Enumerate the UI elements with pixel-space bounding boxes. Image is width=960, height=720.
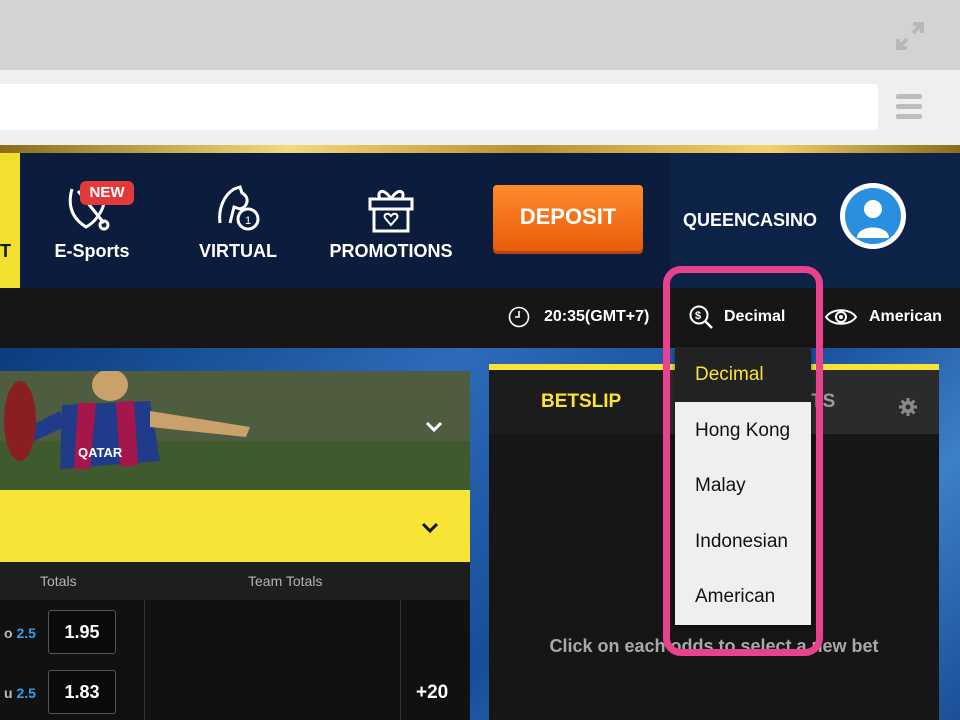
col-header-totals: Totals — [40, 573, 77, 589]
nav-partial-tab[interactable]: T — [0, 153, 20, 288]
odds-table: o 2.5 1.95 u 2.5 1.83 +20 — [0, 600, 470, 720]
line-under: u 2.5 — [4, 685, 36, 701]
nav-virtual-label: VIRTUAL — [199, 241, 277, 261]
new-badge: NEW — [80, 181, 134, 205]
svg-text:1: 1 — [245, 215, 251, 227]
nav-promotions[interactable]: PROMOTIONS — [322, 153, 460, 288]
league-header[interactable] — [0, 490, 470, 562]
tab-betslip[interactable]: BETSLIP — [541, 391, 621, 413]
gear-icon[interactable] — [898, 397, 918, 417]
more-markets-count[interactable]: +20 — [416, 682, 448, 704]
nav-esports-label: E-Sports — [54, 241, 130, 261]
col-header-team-totals: Team Totals — [248, 573, 323, 589]
hero-jersey-text: QATAR — [78, 445, 123, 460]
browser-menu-icon[interactable] — [896, 94, 922, 120]
odds-button[interactable]: 1.83 — [48, 670, 116, 714]
deposit-button[interactable]: DEPOSIT — [493, 185, 643, 251]
user-icon — [857, 200, 889, 238]
clock-icon — [508, 306, 530, 328]
username[interactable]: QUEENCASINO — [683, 210, 817, 231]
chevron-down-icon[interactable] — [420, 521, 440, 535]
player-image — [0, 371, 470, 490]
view-mode-selector[interactable]: American — [869, 308, 942, 326]
market-column-headers: Totals Team Totals — [0, 562, 470, 600]
odds-button[interactable]: 1.95 — [48, 610, 116, 654]
match-hero-banner[interactable] — [0, 371, 470, 490]
chevron-down-icon[interactable] — [424, 420, 444, 434]
line-over: o 2.5 — [4, 625, 36, 641]
nav-esports[interactable]: E-Sports — [44, 153, 140, 288]
header-gold-strip — [0, 145, 960, 153]
site-header: T E-Sports NEW 1 VIRTUAL PROMOTIONS DEPO… — [0, 153, 960, 288]
browser-titlebar — [0, 0, 960, 70]
avatar[interactable] — [840, 183, 906, 249]
highlight-annotation — [663, 266, 823, 656]
nav-promotions-label: PROMOTIONS — [329, 241, 453, 261]
gift-icon — [368, 190, 414, 233]
address-bar[interactable] — [0, 84, 878, 130]
eye-icon[interactable] — [824, 306, 858, 328]
fullscreen-icon[interactable] — [894, 20, 926, 52]
server-time: 20:35(GMT+7) — [544, 308, 650, 325]
horse-icon: 1 — [218, 185, 260, 231]
nav-virtual[interactable]: 1 VIRTUAL — [192, 153, 284, 288]
browser-toolbar — [0, 70, 960, 145]
